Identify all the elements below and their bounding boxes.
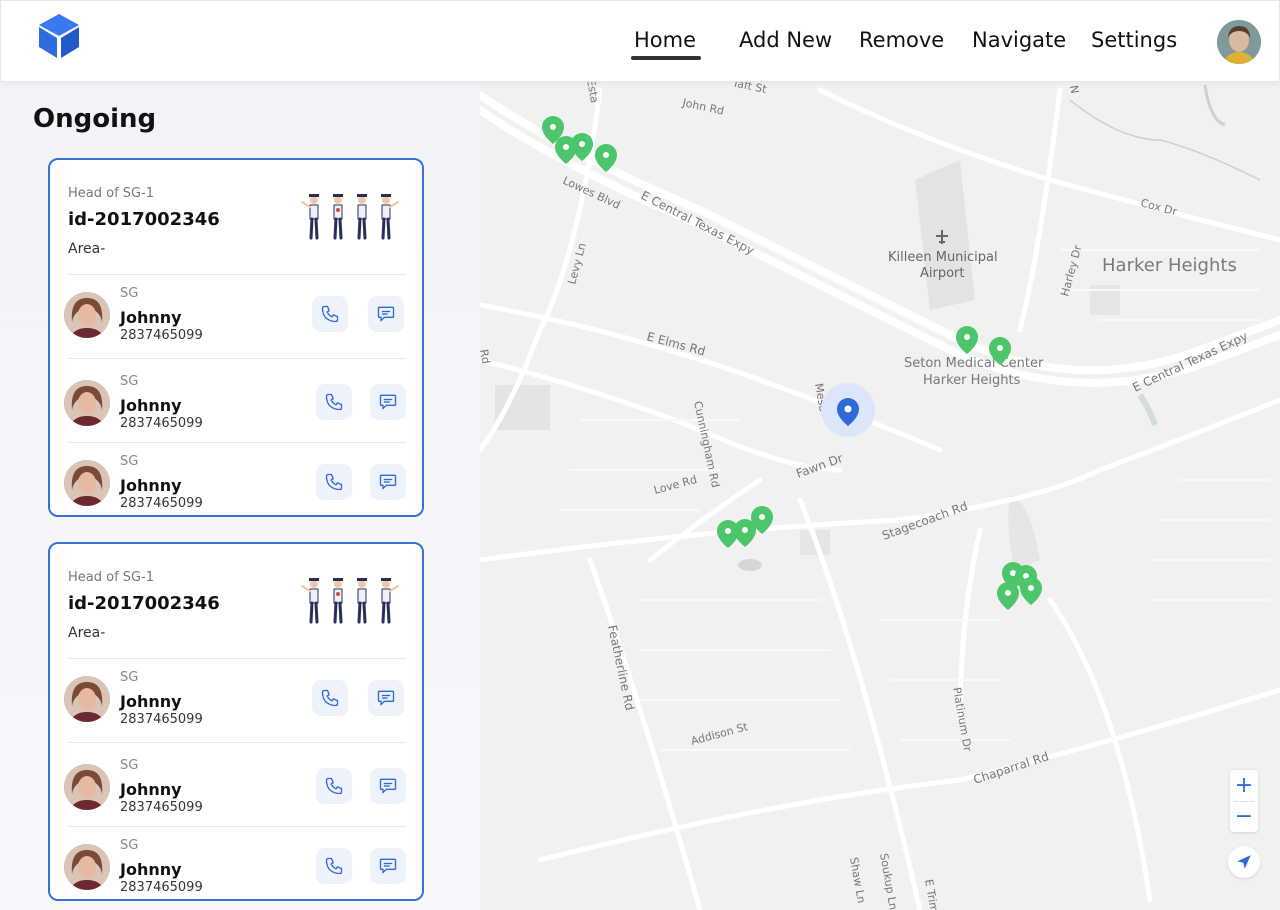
- map-label-airport-2: Airport: [920, 266, 965, 281]
- map-label-airport: Killeen Municipal: [888, 250, 998, 265]
- zoom-control: + −: [1230, 770, 1258, 832]
- member-row: SG Johnny 2837465099: [64, 748, 410, 818]
- member-name: Johnny: [120, 780, 182, 799]
- phone-icon: [325, 777, 343, 795]
- member-name: Johnny: [120, 308, 182, 327]
- security-team-illustration: [301, 578, 399, 624]
- member-role: SG: [120, 454, 139, 469]
- phone-icon: [321, 305, 339, 323]
- member-role: SG: [120, 670, 139, 685]
- call-button[interactable]: [312, 296, 348, 332]
- member-avatar: [64, 380, 110, 426]
- member-avatar: [64, 460, 110, 506]
- locate-me-button[interactable]: [1228, 846, 1260, 878]
- card-id: id-2017002346: [68, 209, 220, 230]
- nav-home[interactable]: Home: [634, 28, 696, 52]
- phone-icon: [325, 857, 343, 875]
- message-button[interactable]: [370, 848, 406, 884]
- cube-logo-icon[interactable]: [37, 13, 81, 59]
- divider: [68, 826, 406, 827]
- divider: [68, 358, 406, 359]
- member-avatar: [64, 676, 110, 722]
- message-button[interactable]: [368, 296, 404, 332]
- member-avatar: [64, 292, 110, 338]
- chat-icon: [379, 778, 397, 794]
- member-avatar: [64, 844, 110, 890]
- card-subtitle: Head of SG-1: [68, 570, 155, 585]
- member-name: Johnny: [120, 476, 182, 495]
- chat-icon: [377, 306, 395, 322]
- member-role: SG: [120, 374, 139, 389]
- message-button[interactable]: [370, 384, 406, 420]
- map-view[interactable]: Harker Heights Killeen Municipal Airport…: [480, 82, 1280, 910]
- member-row: SG Johnny 2837465099: [64, 364, 410, 434]
- member-row: SG Johnny 2837465099: [64, 660, 410, 730]
- navigation-arrow-icon: [1237, 855, 1251, 869]
- divider: [68, 274, 406, 275]
- phone-icon: [325, 473, 343, 491]
- message-button[interactable]: [370, 768, 406, 804]
- chat-icon: [379, 474, 397, 490]
- card-id: id-2017002346: [68, 593, 220, 614]
- member-name: Johnny: [120, 860, 182, 879]
- member-phone: 2837465099: [120, 496, 203, 511]
- nav-active-indicator: [631, 56, 701, 60]
- phone-icon: [325, 393, 343, 411]
- member-role: SG: [120, 286, 139, 301]
- map-label-harker-heights: Harker Heights: [1102, 255, 1237, 276]
- zoom-out-button[interactable]: −: [1230, 801, 1258, 832]
- map-label-medical-2: Harker Heights: [923, 373, 1021, 388]
- map-label-medical: Seton Medical Center: [904, 356, 1044, 371]
- message-button[interactable]: [370, 464, 406, 500]
- member-row: SG Johnny 2837465099: [64, 828, 410, 898]
- chat-icon: [377, 690, 395, 706]
- team-card[interactable]: Head of SG-1 id-2017002346 Area- SG John…: [48, 542, 424, 901]
- zoom-in-button[interactable]: +: [1230, 770, 1258, 801]
- chat-icon: [379, 858, 397, 874]
- member-row: SG Johnny 2837465099: [64, 276, 410, 346]
- member-phone: 2837465099: [120, 800, 203, 815]
- member-role: SG: [120, 838, 139, 853]
- call-button[interactable]: [316, 384, 352, 420]
- member-role: SG: [120, 758, 139, 773]
- divider: [68, 658, 406, 659]
- member-name: Johnny: [120, 396, 182, 415]
- member-phone: 2837465099: [120, 880, 203, 895]
- call-button[interactable]: [316, 848, 352, 884]
- member-phone: 2837465099: [120, 328, 203, 343]
- nav-settings[interactable]: Settings: [1091, 28, 1177, 52]
- section-title: Ongoing: [33, 104, 157, 134]
- member-phone: 2837465099: [120, 712, 203, 727]
- message-button[interactable]: [368, 680, 404, 716]
- divider: [68, 742, 406, 743]
- top-navigation-bar: Home Add New Remove Navigate Settings: [0, 0, 1280, 82]
- card-area: Area-: [68, 625, 106, 641]
- security-team-illustration: [301, 194, 399, 240]
- phone-icon: [321, 689, 339, 707]
- call-button[interactable]: [316, 768, 352, 804]
- nav-remove[interactable]: Remove: [859, 28, 944, 52]
- map-label-rd-left: Rd: [480, 348, 492, 365]
- member-avatar: [64, 764, 110, 810]
- user-avatar[interactable]: [1217, 20, 1261, 64]
- member-name: Johnny: [120, 692, 182, 711]
- call-button[interactable]: [312, 680, 348, 716]
- member-phone: 2837465099: [120, 416, 203, 431]
- team-card[interactable]: Head of SG-1 id-2017002346 Area- SG John…: [48, 158, 424, 517]
- nav-navigate[interactable]: Navigate: [972, 28, 1066, 52]
- card-area: Area-: [68, 241, 106, 257]
- card-subtitle: Head of SG-1: [68, 186, 155, 201]
- divider: [68, 442, 406, 443]
- member-row: SG Johnny 2837465099: [64, 444, 410, 514]
- call-button[interactable]: [316, 464, 352, 500]
- nav-add-new[interactable]: Add New: [739, 28, 832, 52]
- chat-icon: [379, 394, 397, 410]
